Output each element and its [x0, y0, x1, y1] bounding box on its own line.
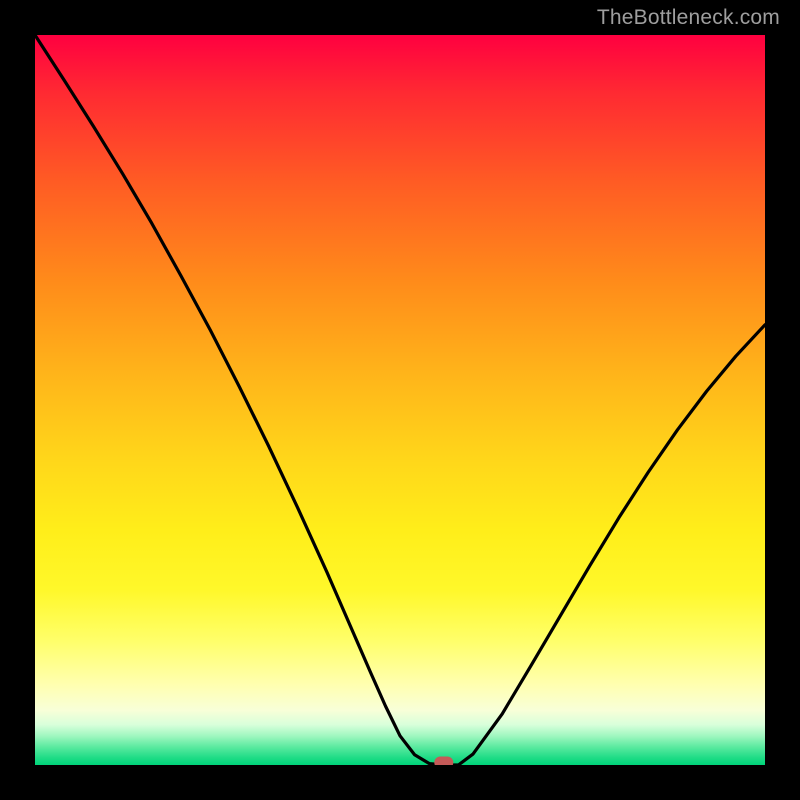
bottleneck-curve	[35, 35, 765, 765]
chart-frame: TheBottleneck.com	[0, 0, 800, 800]
curve-svg	[35, 35, 765, 765]
curve-minimum-marker	[435, 757, 453, 765]
watermark-text: TheBottleneck.com	[597, 6, 780, 30]
plot-area	[35, 35, 765, 765]
